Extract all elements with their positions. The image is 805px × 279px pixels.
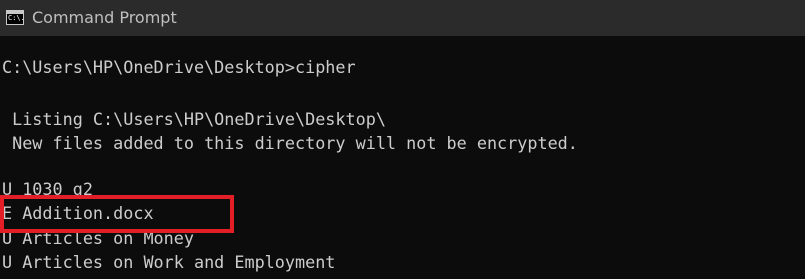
console-output[interactable]: C:\Users\HP\OneDrive\Desktop>cipher List… — [0, 36, 805, 279]
command-line: C:\Users\HP\OneDrive\Desktop>cipher — [2, 57, 356, 77]
window-title: Command Prompt — [32, 8, 177, 27]
listing-line: Listing C:\Users\HP\OneDrive\Desktop\ — [2, 109, 386, 129]
encryption-status-line: New files added to this directory will n… — [2, 133, 578, 153]
command-prompt-window: C:\. Command Prompt C:\Users\HP\OneDrive… — [0, 0, 805, 279]
command-prompt-icon: C:\. — [6, 10, 25, 25]
file-entry: U Articles on Work and Employment — [2, 252, 336, 272]
highlight-box — [0, 195, 234, 233]
icon-label: C:\. — [8, 14, 25, 22]
title-bar[interactable]: C:\. Command Prompt — [0, 0, 805, 36]
